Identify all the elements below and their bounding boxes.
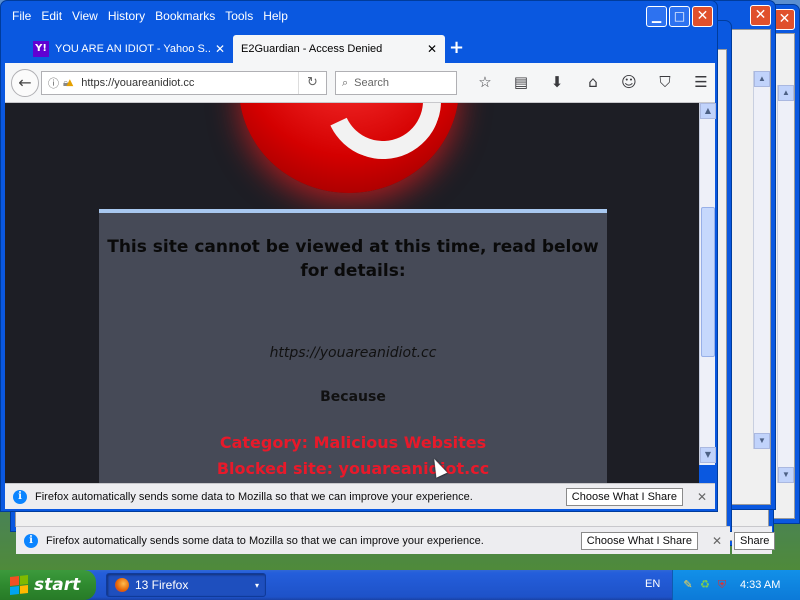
scroll-up-icon[interactable]: ▲ [700,103,716,119]
url-bar[interactable]: ⓘ 🔒︎ ▲ https://youareanidiot.cc ↻ [41,71,327,95]
tab-e2guardian[interactable]: E2Guardian - Access Denied ✕ [233,35,445,63]
because-label: Because [320,389,386,405]
maximize-button[interactable]: □ [669,6,690,27]
download-icon[interactable]: ⬇ [539,73,575,93]
chevron-down-icon: ▾ [254,580,259,590]
start-label: start [34,575,81,595]
menu-tools[interactable]: Tools [225,9,253,23]
menu-history[interactable]: History [108,9,145,23]
scroll-thumb[interactable] [701,207,715,357]
minimize-button[interactable]: ▁ [646,6,667,27]
tab-label: E2Guardian - Access Denied [241,43,383,55]
background-notification-partial: Share [732,526,776,554]
notification-message: Firefox automatically sends some data to… [35,490,473,503]
tab-close-icon[interactable]: ✕ [215,42,225,56]
taskbar-item-label: 13 Firefox [135,578,189,592]
start-button[interactable]: start [0,570,96,600]
back-button[interactable]: ← [11,69,39,97]
pocket-icon[interactable]: ⛉ [647,73,683,93]
info-icon[interactable]: ⓘ [48,75,59,91]
search-placeholder: Search [354,77,390,89]
vertical-scrollbar[interactable]: ▲ ▼ [699,103,716,465]
bookmark-star-icon[interactable]: ☆ [467,73,503,93]
taskbar-item-firefox[interactable]: 13 Firefox ▾ [106,573,266,597]
choose-what-i-share-button[interactable]: Choose What I Share [580,531,698,550]
page-content: This site cannot be viewed at this time,… [5,103,699,483]
block-category: Category: Malicious Websites [219,433,487,452]
menu-bar: File Edit View History Bookmarks Tools H… [1,1,717,31]
navigation-toolbar: ← ⓘ 🔒︎ ▲ https://youareanidiot.cc ↻ ⌕ Se… [5,63,715,103]
search-input[interactable]: ⌕ Search [335,71,457,95]
taskbar: start 13 Firefox ▾ EN ✎ ♻ ⛨ 4:33 AM [0,570,800,600]
close-icon[interactable]: ✕ [750,5,771,26]
network-icon[interactable]: ✎ [681,578,695,592]
toolbar-icons: ☆ ▤ ⬇ ⌂ ☺ ⛉ ☰ [467,73,717,93]
smiley-icon[interactable]: ☺ [611,73,647,93]
close-button[interactable]: ✕ [692,6,713,27]
menu-edit[interactable]: Edit [41,9,62,23]
hamburger-menu-icon[interactable]: ☰ [683,73,717,93]
scroll-down-icon[interactable]: ▼ [700,447,716,463]
window-controls: ▁ □ ✕ [646,6,713,27]
tab-close-icon[interactable]: ✕ [427,42,437,56]
menu-help[interactable]: Help [263,9,288,23]
scrollbar[interactable]: ▲ ▼ [753,71,770,449]
blocked-logo [239,103,459,193]
windows-logo-icon [10,575,28,595]
notification-message: Firefox automatically sends some data to… [46,534,484,547]
yahoo-favicon-icon: Y! [33,41,49,57]
menu-view[interactable]: View [72,9,98,23]
share-button[interactable]: Share [734,531,776,550]
warning-icon: ▲ [66,78,74,88]
language-indicator[interactable]: EN [645,578,660,590]
reload-icon[interactable]: ↻ [298,72,326,94]
choose-what-i-share-button[interactable]: Choose What I Share [565,487,683,506]
notification-bar: i Firefox automatically sends some data … [5,483,715,509]
access-denied-panel: This site cannot be viewed at this time,… [99,209,607,483]
library-icon[interactable]: ▤ [503,73,539,93]
close-icon[interactable]: ✕ [712,534,722,548]
info-icon: i [13,489,27,504]
shield-icon[interactable]: ⛨ [715,578,729,592]
page-heading: This site cannot be viewed at this time,… [107,237,599,281]
close-icon[interactable]: ✕ [697,490,707,504]
background-notification-bar: i Firefox automatically sends some data … [16,526,730,554]
blocked-site: Blocked site: youareanidiot.cc [216,459,490,478]
home-icon[interactable]: ⌂ [575,73,611,93]
search-icon: ⌕ [342,76,349,89]
clock: 4:33 AM [740,579,781,591]
recycle-icon[interactable]: ♻ [698,578,712,592]
firefox-icon [115,578,129,592]
tab-strip: Y! YOU ARE AN IDIOT - Yahoo S... ✕ E2Gua… [5,33,715,63]
firefox-window: File Edit View History Bookmarks Tools H… [0,0,718,512]
url-text[interactable]: https://youareanidiot.cc [81,77,298,89]
blocked-url: https://youareanidiot.cc [269,345,437,361]
new-tab-button[interactable]: + [449,37,464,58]
tab-label: YOU ARE AN IDIOT - Yahoo S... [55,43,211,55]
tab-yahoo[interactable]: Y! YOU ARE AN IDIOT - Yahoo S... ✕ [25,35,233,63]
menu-bookmarks[interactable]: Bookmarks [155,9,215,23]
close-icon[interactable]: ✕ [774,9,795,30]
info-icon: i [24,533,38,548]
scrollbar[interactable]: ▲ ▼ [777,85,794,483]
system-tray: ✎ ♻ ⛨ 4:33 AM [672,570,800,600]
menu-file[interactable]: File [12,9,31,23]
